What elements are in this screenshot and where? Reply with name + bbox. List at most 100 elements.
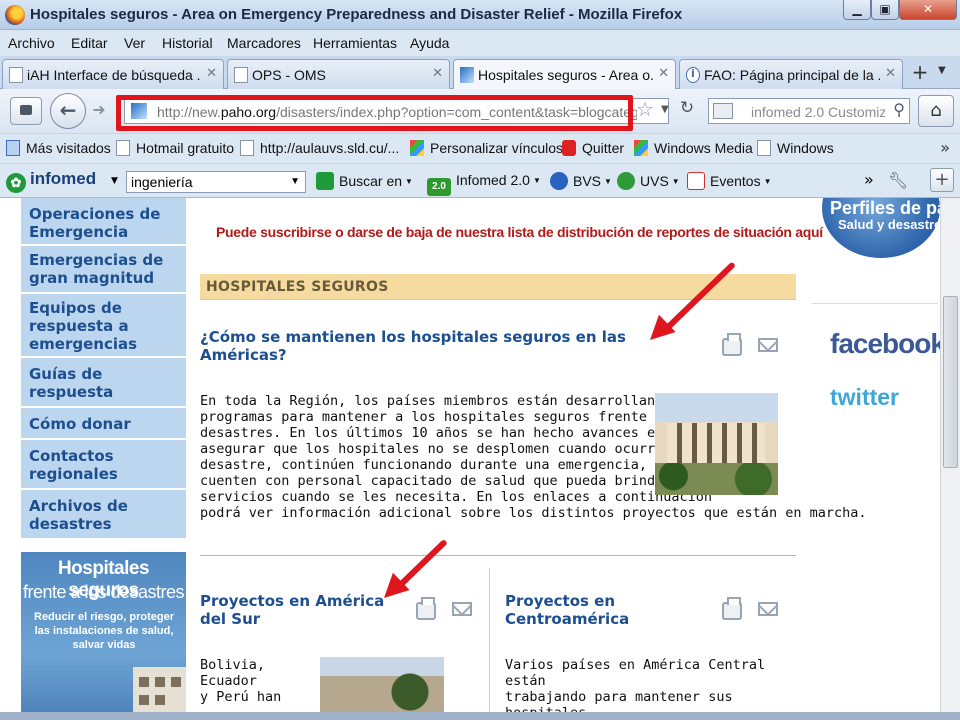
firefox-logo-icon — [5, 5, 25, 25]
menu-ayuda[interactable]: Ayuda — [410, 35, 449, 51]
calendar-icon — [687, 172, 705, 190]
sub-article-title-sur[interactable]: Proyectos en América del Sur — [200, 592, 405, 628]
infomed-2-button[interactable]: 2.0 Infomed 2.0 ▼ — [427, 172, 541, 196]
menu-marcadores[interactable]: Marcadores — [227, 35, 301, 51]
main-article-title[interactable]: ¿Cómo se mantienen los hospitales seguro… — [200, 328, 660, 364]
sub-article-title-centroamerica[interactable]: Proyectos en Centroamérica — [505, 592, 705, 628]
eventos-button[interactable]: Eventos ▼ — [687, 172, 772, 190]
menu-ver[interactable]: Ver — [124, 35, 145, 51]
print-icon[interactable] — [416, 597, 436, 620]
close-tab-icon[interactable]: ✕ — [432, 66, 443, 81]
menu-editar[interactable]: Editar — [71, 35, 108, 51]
menu-herramientas[interactable]: Herramientas — [313, 35, 397, 51]
subscribe-link[interactable]: Puede suscribirse o darse de baja de nue… — [216, 224, 823, 240]
chevron-down-icon[interactable]: ▼ — [290, 172, 300, 192]
menu-historial[interactable]: Historial — [162, 35, 213, 51]
bookmark-windows-media[interactable]: Windows Media — [634, 140, 753, 156]
home-button[interactable]: ⌂ — [918, 95, 954, 127]
chevron-down-icon[interactable]: ▼ — [111, 176, 118, 186]
tab-fao[interactable]: FAO: Página principal de la ... ✕ — [679, 59, 903, 89]
add-button[interactable]: + — [930, 168, 954, 192]
sidenav-item-equipos[interactable]: Equipos de respuesta a emergencias — [21, 296, 186, 358]
more-tools-chevron-icon[interactable]: » — [864, 170, 874, 189]
title-bar: Hospitales seguros - Area on Emergency P… — [0, 0, 960, 30]
tab-iah[interactable]: iAH Interface de búsqueda ... ✕ — [2, 59, 224, 89]
page-icon — [757, 140, 771, 156]
bookmark-star-icon[interactable]: ☆ — [636, 97, 654, 121]
infomed-logo[interactable]: ✿ infomed — [6, 169, 96, 193]
close-window-button[interactable]: ✕ — [899, 0, 957, 20]
bvs-icon — [550, 172, 568, 190]
email-icon[interactable] — [452, 602, 472, 616]
menu-archivo[interactable]: Archivo — [8, 35, 55, 51]
tab-ops-oms[interactable]: OPS - OMS ✕ — [227, 59, 450, 89]
sidenav-item-archivos[interactable]: Archivos de desastres — [21, 494, 186, 538]
sidenav-item-guias[interactable]: Guías de respuesta — [21, 362, 186, 408]
hospitales-seguros-banner[interactable]: Hospitales seguros frente a los desastre… — [21, 552, 186, 720]
uvs-button[interactable]: UVS ▼ — [617, 172, 680, 190]
bookmark-mas-visitados[interactable]: Más visitados — [6, 140, 111, 156]
bvs-button[interactable]: BVS ▼ — [550, 172, 612, 190]
infomed-gear-icon: ✿ — [6, 173, 26, 193]
sub-article-body-centroamerica: Varios países en América Central están t… — [505, 657, 766, 720]
tab-bar: iAH Interface de búsqueda ... ✕ OPS - OM… — [0, 56, 960, 90]
minimize-button[interactable]: ▁ — [843, 0, 871, 20]
tab-label: Hospitales seguros - Area o... — [478, 67, 653, 83]
uvs-icon — [617, 172, 635, 190]
tab-list-chevron-down-icon[interactable]: ▼ — [938, 65, 946, 76]
quitter-icon — [562, 140, 576, 156]
sidenav-item-contactos[interactable]: Contactos regionales — [21, 444, 186, 490]
sidenav-item-emergencias[interactable]: Emergencias de gran magnitud — [21, 248, 186, 294]
reload-button[interactable]: ↻ — [676, 98, 698, 122]
facebook-link[interactable]: facebook — [830, 328, 946, 360]
status-strip — [0, 712, 960, 720]
bookmark-quitter[interactable]: Quitter — [562, 140, 624, 156]
page-icon — [116, 140, 130, 156]
print-icon[interactable] — [722, 333, 742, 356]
hospital-photo — [655, 393, 778, 495]
close-tab-icon[interactable]: ✕ — [658, 66, 669, 81]
search-icon[interactable]: ⚲ — [893, 100, 905, 119]
forward-button[interactable]: ➜ — [86, 99, 112, 123]
info-icon — [686, 67, 700, 83]
bookmark-windows[interactable]: Windows — [757, 140, 834, 156]
buscar-en-button[interactable]: Buscar en ▼ — [316, 172, 413, 190]
more-bookmarks-chevron-icon[interactable]: » — [940, 138, 950, 157]
url-highlight-annotation — [116, 95, 633, 131]
windows-logo-icon — [634, 140, 648, 156]
sidenav-item-como-donar[interactable]: Cómo donar — [21, 412, 186, 440]
page-icon — [234, 67, 248, 83]
close-tab-icon[interactable]: ✕ — [206, 66, 217, 81]
side-navigation: Operaciones de Emergencia Emergencias de… — [21, 198, 186, 538]
sidenav-item-operaciones[interactable]: Operaciones de Emergencia — [21, 202, 186, 246]
twitter-link[interactable]: twitter — [830, 384, 899, 411]
page-icon — [9, 67, 23, 83]
bookmark-personalizar[interactable]: Personalizar vínculos — [410, 140, 563, 156]
toolbar-left-button[interactable] — [10, 97, 42, 125]
close-tab-icon[interactable]: ✕ — [885, 66, 896, 81]
email-icon[interactable] — [758, 338, 778, 352]
infomed-toolbar: ✿ infomed ▼ ingeniería ▼ Buscar en ▼ 2.0 Inf… — [0, 163, 960, 198]
bookmark-aulauvs[interactable]: http://aulauvs.sld.cu/... — [240, 140, 399, 156]
divider — [812, 303, 938, 304]
tab-hospitales-seguros[interactable]: Hospitales seguros - Area o... ✕ — [453, 59, 676, 90]
search-input[interactable]: infomed 2.0 Customized ⚲ — [708, 98, 910, 124]
tab-label: OPS - OMS — [252, 67, 326, 83]
email-icon[interactable] — [758, 602, 778, 616]
search-engine-icon[interactable] — [713, 103, 733, 119]
back-button[interactable]: ← — [50, 93, 86, 129]
search-placeholder: infomed 2.0 Customized — [751, 104, 885, 120]
scrollbar-thumb[interactable] — [943, 296, 958, 468]
perfiles-globe-banner[interactable]: Perfiles de pa Salud y desastre — [822, 198, 940, 258]
bookmark-hotmail[interactable]: Hotmail gratuito — [116, 140, 234, 156]
maximize-button[interactable]: ▣ — [871, 0, 899, 20]
print-icon[interactable] — [722, 597, 742, 620]
url-history-chevron-down-icon[interactable]: ▼ — [661, 104, 669, 115]
new-tab-button[interactable]: + — [908, 61, 932, 85]
page-content: Operaciones de Emergencia Emergencias de… — [0, 198, 960, 720]
column-divider — [489, 568, 490, 720]
vertical-scrollbar[interactable] — [940, 198, 960, 720]
wrench-icon[interactable]: 🔧︎ — [888, 171, 908, 190]
infomed-search-combo[interactable]: ingeniería ▼ — [126, 171, 306, 193]
bookmark-folder-icon — [6, 140, 20, 156]
